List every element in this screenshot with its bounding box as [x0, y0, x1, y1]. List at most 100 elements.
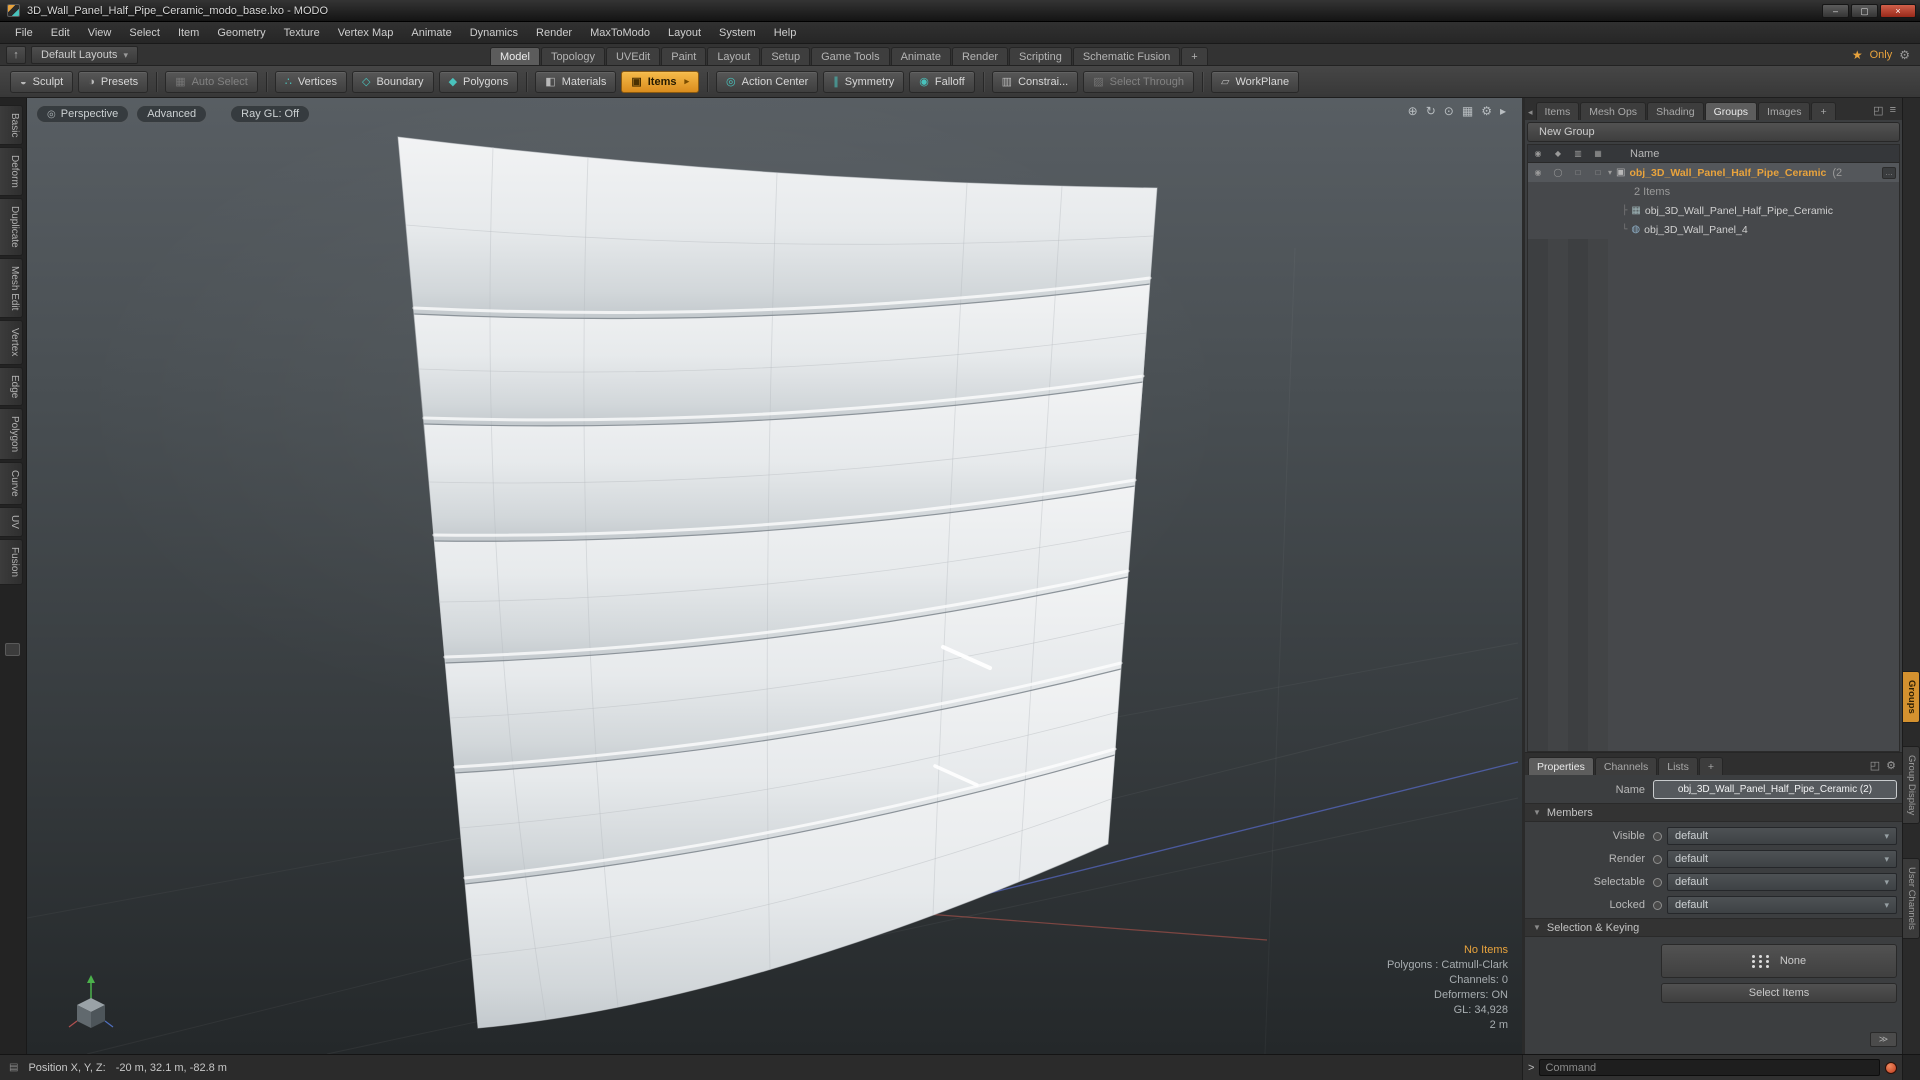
toolbox-tab-edge[interactable]: Edge [0, 367, 23, 406]
symmetry-button[interactable]: ∥ Symmetry [823, 71, 904, 93]
viewport-canvas[interactable] [27, 98, 1522, 1054]
menu-view[interactable]: View [79, 22, 121, 44]
filter-column-icon[interactable]: ▦ [1588, 145, 1608, 163]
tab-animate[interactable]: Animate [891, 47, 951, 65]
panel-settings-icon[interactable]: ⚙ [1886, 759, 1896, 772]
perspective-view-button[interactable]: ◎ Perspective [36, 105, 129, 123]
presets-button[interactable]: ◑ Presets [78, 71, 148, 93]
toolbox-tab-basic[interactable]: Basic [0, 105, 23, 145]
vertices-mode-button[interactable]: ∴ Vertices [275, 71, 347, 93]
tab-setup[interactable]: Setup [761, 47, 810, 65]
menu-item[interactable]: Item [169, 22, 208, 44]
boundary-mode-button[interactable]: ◇ Boundary [352, 71, 434, 93]
maximize-button[interactable]: ▢ [1851, 4, 1878, 18]
menu-dynamics[interactable]: Dynamics [461, 22, 527, 44]
lock-column-icon[interactable]: ▥ [1568, 145, 1588, 163]
tab-render[interactable]: Render [952, 47, 1008, 65]
toolbox-tab-curve[interactable]: Curve [0, 462, 23, 505]
tab-schematic-fusion[interactable]: Schematic Fusion [1073, 47, 1180, 65]
panel-expand-icon[interactable]: ◰ [1873, 104, 1883, 117]
shading-mode-button[interactable]: Advanced [136, 105, 207, 123]
viewport-settings-icon[interactable]: ⚙ [1481, 104, 1492, 118]
expander-icon[interactable]: ▾ [1608, 168, 1612, 177]
tab-scroll-left-icon[interactable]: ◂ [1528, 107, 1536, 120]
menu-animate[interactable]: Animate [402, 22, 460, 44]
channel-dot-icon[interactable] [1653, 855, 1662, 864]
tab-model[interactable]: Model [490, 47, 540, 65]
menu-file[interactable]: File [6, 22, 42, 44]
menu-system[interactable]: System [710, 22, 765, 44]
toolbox-tab-vertex[interactable]: Vertex [0, 320, 23, 364]
tab-shading[interactable]: Shading [1647, 102, 1704, 120]
tab-scripting[interactable]: Scripting [1009, 47, 1072, 65]
add-properties-tab-button[interactable]: + [1699, 757, 1723, 775]
tab-game-tools[interactable]: Game Tools [811, 47, 890, 65]
locked-dropdown[interactable]: default ▾ [1667, 896, 1897, 914]
toolbox-tab-deform[interactable]: Deform [0, 147, 23, 196]
tab-layout[interactable]: Layout [707, 47, 760, 65]
wall-panel-object[interactable] [398, 137, 1157, 1028]
render-toggle-icon[interactable]: ◯ [1548, 164, 1568, 182]
ray-gl-button[interactable]: Ray GL: Off [230, 105, 310, 123]
menu-texture[interactable]: Texture [275, 22, 329, 44]
visible-dropdown[interactable]: default ▾ [1667, 827, 1897, 845]
polygons-mode-button[interactable]: ◆ Polygons [439, 71, 519, 93]
falloff-button[interactable]: ◉ Falloff [909, 71, 974, 93]
tree-row-mesh-2[interactable]: └ ◍ obj_3D_Wall_Panel_4 [1528, 220, 1899, 239]
sculpt-button[interactable]: ◒ Sculpt [10, 71, 73, 93]
channel-dot-icon[interactable] [1653, 901, 1662, 910]
new-group-button[interactable]: New Group [1527, 122, 1900, 142]
more-options-button[interactable]: ≫ [1870, 1032, 1897, 1047]
default-layouts-dropdown[interactable]: Default Layouts ▾ [31, 46, 138, 64]
menu-render[interactable]: Render [527, 22, 581, 44]
row-overflow-button[interactable]: … [1882, 167, 1896, 179]
render-column-icon[interactable]: ◆ [1548, 145, 1568, 163]
menu-geometry[interactable]: Geometry [208, 22, 274, 44]
command-input[interactable] [1539, 1059, 1880, 1076]
materials-mode-button[interactable]: ◧ Materials [535, 71, 616, 93]
command-history-icon[interactable] [1885, 1062, 1897, 1074]
zoom-icon[interactable]: ⊙ [1444, 104, 1454, 118]
tab-lists[interactable]: Lists [1658, 757, 1698, 775]
visibility-column-icon[interactable]: ◉ [1528, 145, 1548, 163]
auto-select-button[interactable]: ▦ Auto Select [165, 71, 258, 93]
items-mode-button[interactable]: ▣ Items ▸ [621, 71, 699, 93]
panel-menu-icon[interactable]: ≡ [1890, 104, 1896, 117]
eye-icon[interactable]: ◉ [1528, 164, 1548, 182]
selectable-dropdown[interactable]: default ▾ [1667, 873, 1897, 891]
toolbox-tab-fusion[interactable]: Fusion [0, 539, 23, 585]
menu-maxtomodo[interactable]: MaxToModo [581, 22, 659, 44]
selection-none-button[interactable]: None [1661, 944, 1897, 978]
tab-properties[interactable]: Properties [1528, 757, 1594, 775]
tab-paint[interactable]: Paint [661, 47, 706, 65]
group-name-field[interactable]: obj_3D_Wall_Panel_Half_Pipe_Ceramic (2) [1653, 780, 1897, 799]
action-center-button[interactable]: ◎ Action Center [716, 71, 818, 93]
select-through-button[interactable]: ▨ Select Through [1083, 71, 1194, 93]
selection-keying-header[interactable]: ▼ Selection & Keying [1525, 918, 1902, 937]
tab-groups[interactable]: Groups [1705, 102, 1757, 120]
tree-empty-area[interactable] [1528, 239, 1899, 751]
channel-dot-icon[interactable] [1653, 832, 1662, 841]
toolbox-tab-polygon[interactable]: Polygon [0, 408, 23, 460]
toolbox-palette-icon[interactable] [5, 643, 20, 656]
rotate-icon[interactable]: ↻ [1426, 104, 1436, 118]
3d-viewport[interactable]: ◎ Perspective Advanced Ray GL: Off ⊕ ↻ ⊙… [27, 98, 1522, 1054]
tab-mesh-ops[interactable]: Mesh Ops [1580, 102, 1646, 120]
members-section-header[interactable]: ▼ Members [1525, 803, 1902, 822]
menu-select[interactable]: Select [120, 22, 169, 44]
toolbox-tab-mesh-edit[interactable]: Mesh Edit [0, 258, 23, 318]
toolbox-tab-uv[interactable]: UV [0, 507, 23, 537]
filter-toggle-icon[interactable]: □ [1588, 164, 1608, 182]
tab-items[interactable]: Items [1536, 102, 1580, 120]
workplane-button[interactable]: ▱ WorkPlane [1211, 71, 1299, 93]
pan-icon[interactable]: ⊕ [1408, 104, 1418, 118]
add-layout-tab-button[interactable]: + [1181, 47, 1207, 65]
tab-uvedit[interactable]: UVEdit [606, 47, 660, 65]
tab-images[interactable]: Images [1758, 102, 1810, 120]
tree-row-group[interactable]: ◉ ◯ □ □ ▾ ▣ obj_3D_Wall_Panel_Half_Pipe_… [1528, 163, 1899, 182]
menu-vertex-map[interactable]: Vertex Map [329, 22, 403, 44]
select-items-button[interactable]: Select Items [1661, 983, 1897, 1003]
grid-toggle-icon[interactable]: ▦ [1462, 104, 1473, 118]
edge-tab-user-channels[interactable]: User Channels [1903, 858, 1920, 939]
channel-dot-icon[interactable] [1653, 878, 1662, 887]
